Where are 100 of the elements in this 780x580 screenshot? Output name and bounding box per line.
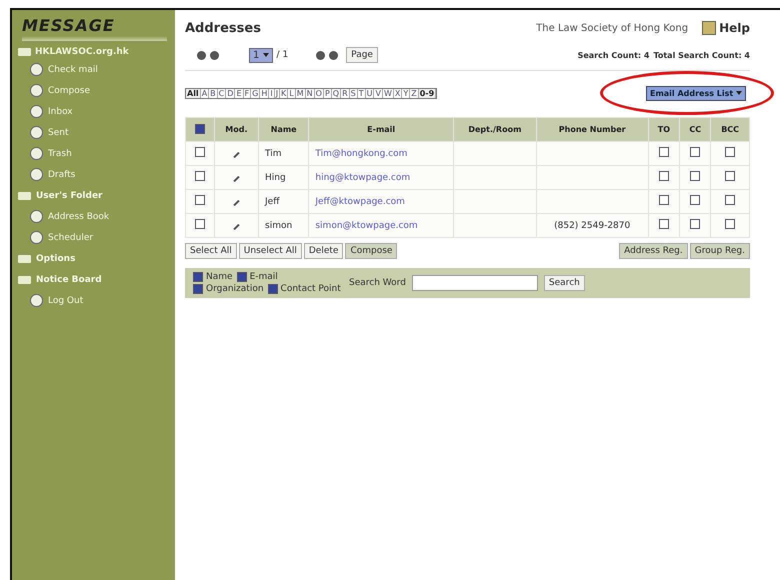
bcc-checkbox[interactable] [725,171,736,181]
letter-link[interactable]: G [251,88,260,98]
previous-page-icon[interactable] [210,50,219,60]
edit-icon[interactable] [233,175,240,182]
menu-icon [30,231,43,244]
menu-icon [30,126,43,139]
column-header: CC [680,118,711,142]
menu-icon [30,210,43,223]
option-label: Name [206,272,233,282]
letter-link[interactable]: All [186,88,201,98]
letter-link[interactable]: C [218,88,226,98]
letter-link[interactable]: X [394,88,402,98]
column-header: Name [258,118,309,142]
letter-link[interactable]: R [341,88,350,98]
cc-checkbox[interactable] [690,147,700,157]
next-page-icon[interactable] [316,50,326,60]
last-page-icon[interactable] [329,50,338,60]
list-select[interactable]: Email Address List [646,86,746,100]
letter-link[interactable]: U [366,88,374,98]
first-page-icon[interactable] [197,50,206,60]
action-button[interactable]: Delete [304,243,344,259]
option-checkbox[interactable] [193,272,203,282]
option-checkbox[interactable] [236,272,247,282]
column-header: BCC [710,118,750,142]
row-checkbox[interactable] [194,219,205,229]
action-button[interactable]: Unselect All [238,243,302,259]
edit-icon[interactable] [233,199,240,206]
page-total: / 1 [276,50,288,60]
row-checkbox[interactable] [194,171,205,181]
menu-icon [30,168,43,181]
column-header: E-mail [308,118,454,142]
total-search-count: Total Search Count: 4 [653,50,750,60]
row-checkbox[interactable] [194,147,205,157]
to-checkbox[interactable] [658,219,669,229]
letter-link[interactable]: Q [332,88,342,98]
letter-link[interactable]: 0-9 [418,88,436,98]
bcc-checkbox[interactable] [725,195,736,205]
letter-link[interactable]: H [260,88,270,98]
select-all-checkbox[interactable] [194,124,205,134]
letter-link[interactable]: L [288,88,296,98]
action-button[interactable]: Select All [185,243,237,259]
letter-link[interactable]: S [350,88,358,98]
page-button[interactable]: Page [346,47,378,63]
letter-link[interactable]: E [235,88,244,98]
page-select[interactable]: 1 [249,48,273,62]
row-checkbox[interactable] [194,195,205,205]
page-title: Addresses [185,20,262,36]
letter-link[interactable]: P [324,88,332,98]
letter-link[interactable]: I [269,88,275,98]
column-header: Dept./Room [453,118,536,142]
option-label: E-mail [250,272,278,282]
option-checkbox[interactable] [193,284,203,294]
option-checkbox[interactable] [268,284,278,294]
register-button[interactable]: Address Reg. [619,243,688,259]
to-checkbox[interactable] [658,195,669,205]
table-cell: Hing [265,172,286,182]
edit-icon[interactable] [233,151,240,158]
letter-link[interactable]: A [200,88,210,98]
table-cell: (852) 2549-2870 [554,220,630,230]
to-checkbox[interactable] [658,171,669,181]
letter-link[interactable]: J [274,88,280,98]
cc-checkbox[interactable] [690,171,700,181]
letter-link[interactable]: F [244,88,252,98]
option-label: Organization [206,284,264,294]
letter-link[interactable]: Y [402,88,410,98]
folder-icon [18,192,31,200]
action-button[interactable]: Compose [345,243,398,259]
folder-icon [18,254,31,262]
menu-icon [30,84,43,97]
help-icon [702,21,716,35]
table-cell: Jeff [265,196,280,206]
letter-link[interactable]: T [358,88,366,98]
bcc-checkbox[interactable] [725,219,736,229]
edit-icon[interactable] [233,223,240,230]
letter-link[interactable]: W [382,88,394,98]
letter-link[interactable]: K [280,88,288,98]
letter-link[interactable]: M [296,88,306,98]
menu-icon [30,294,43,307]
logo: MESSAGE [22,16,167,41]
dropdown-arrow-icon [736,91,742,96]
letter-link[interactable]: O [314,88,324,98]
column-header: TO [648,118,680,142]
search-button[interactable]: Search [544,275,585,291]
letter-link[interactable]: V [374,88,383,98]
register-button[interactable]: Group Reg. [690,243,750,259]
search-field[interactable] [412,275,538,291]
to-checkbox[interactable] [658,147,669,157]
help-link[interactable]: Help [702,21,750,35]
cc-checkbox[interactable] [690,195,700,205]
dropdown-arrow-icon [262,52,269,57]
folder-icon [18,48,31,56]
letter-link[interactable]: B [209,88,218,98]
letter-link[interactable]: D [226,88,236,98]
cc-checkbox[interactable] [690,219,700,229]
menu-icon [30,63,43,76]
letter-link[interactable]: N [306,88,315,98]
search-count: Search Count: 4 [578,50,650,60]
search-label: Search Word [349,278,406,288]
bcc-checkbox[interactable] [725,147,736,157]
table-cell: simon [265,220,292,230]
